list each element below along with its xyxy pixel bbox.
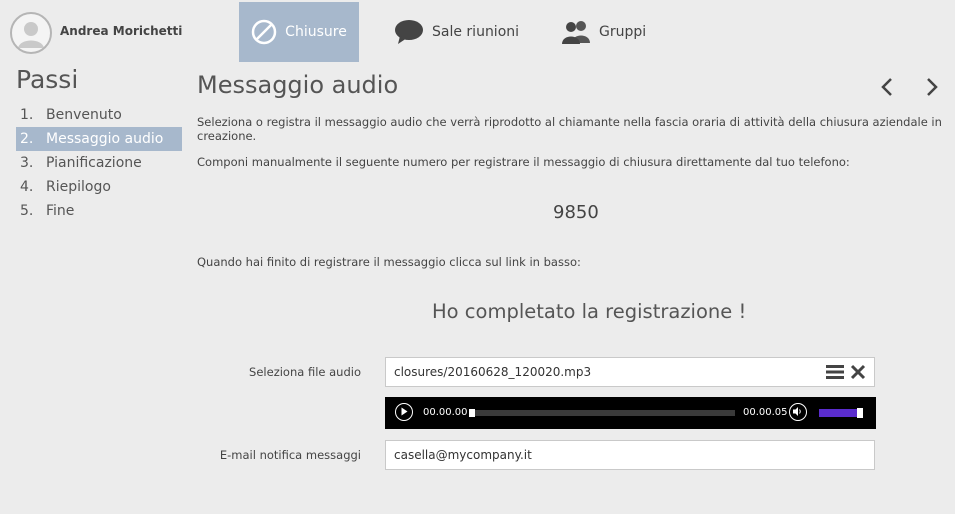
ban-icon xyxy=(251,19,277,45)
clear-file-button[interactable] xyxy=(850,364,866,380)
audio-file-field[interactable]: closures/20160628_120020.mp3 xyxy=(385,357,875,387)
step-item-messaggio-audio[interactable]: 2. Messaggio audio xyxy=(16,127,182,151)
email-label: E-mail notifica messaggi xyxy=(219,448,361,462)
volume-slider[interactable] xyxy=(819,409,861,417)
mute-button[interactable] xyxy=(789,403,807,421)
step-number: 3. xyxy=(20,155,34,171)
seek-bar[interactable] xyxy=(469,410,735,416)
duration: 00.00.05 xyxy=(743,407,788,418)
email-value: casella@mycompany.it xyxy=(394,448,532,462)
audio-file-label: Seleziona file audio xyxy=(249,365,361,379)
volume-handle[interactable] xyxy=(857,408,863,418)
play-icon xyxy=(401,407,408,416)
seek-handle[interactable] xyxy=(469,409,475,417)
tab-gruppi[interactable]: Gruppi xyxy=(561,2,646,62)
current-time: 00.00.00 xyxy=(423,407,468,418)
step-label: Benvenuto xyxy=(46,107,122,123)
page-title: Messaggio audio xyxy=(197,71,399,99)
user-name: Andrea Morichetti xyxy=(60,24,183,38)
step-item-fine[interactable]: 5. Fine xyxy=(16,199,182,223)
chevron-left-icon xyxy=(881,78,892,96)
step-label: Riepilogo xyxy=(46,179,111,195)
tab-label: Chiusure xyxy=(285,24,347,40)
step-item-riepilogo[interactable]: 4. Riepilogo xyxy=(16,175,182,199)
tab-label: Sale riunioni xyxy=(432,24,520,40)
tab-sale-riunioni[interactable]: Sale riunioni xyxy=(394,2,519,62)
step-number: 5. xyxy=(20,203,34,219)
play-button[interactable] xyxy=(395,403,413,421)
tab-chiusure[interactable]: Chiusure xyxy=(239,2,359,62)
volume-icon xyxy=(793,407,801,416)
user-avatar-icon xyxy=(18,22,44,48)
phone-number: 9850 xyxy=(553,202,599,223)
avatar[interactable] xyxy=(10,12,52,54)
dial-instructions: Componi manualmente il seguente numero p… xyxy=(197,155,850,169)
intro-text: Seleziona o registra il messaggio audio … xyxy=(197,115,942,143)
previous-step-button[interactable] xyxy=(877,76,899,98)
chevron-right-icon xyxy=(927,78,938,96)
finish-instructions: Quando hai finito di registrare il messa… xyxy=(197,255,581,269)
step-item-benvenuto[interactable]: 1. Benvenuto xyxy=(16,103,182,127)
step-number: 2. xyxy=(20,131,34,147)
users-icon xyxy=(561,19,591,45)
recording-done-link[interactable]: Ho completato la registrazione ! xyxy=(432,300,746,323)
step-label: Messaggio audio xyxy=(46,131,164,147)
tab-label: Gruppi xyxy=(599,24,647,40)
close-icon xyxy=(850,364,866,380)
audio-file-value: closures/20160628_120020.mp3 xyxy=(394,365,592,379)
audio-player: 00.00.00 00.00.05 xyxy=(385,397,876,429)
step-label: Fine xyxy=(46,203,75,219)
email-field[interactable]: casella@mycompany.it xyxy=(385,440,875,470)
list-icon xyxy=(826,365,844,379)
steps-title: Passi xyxy=(16,65,79,94)
browse-list-button[interactable] xyxy=(826,364,844,380)
chat-bubble-icon xyxy=(394,19,424,45)
step-label: Pianificazione xyxy=(46,155,142,171)
next-step-button[interactable] xyxy=(920,76,942,98)
step-item-pianificazione[interactable]: 3. Pianificazione xyxy=(16,151,182,175)
step-number: 4. xyxy=(20,179,34,195)
step-number: 1. xyxy=(20,107,34,123)
